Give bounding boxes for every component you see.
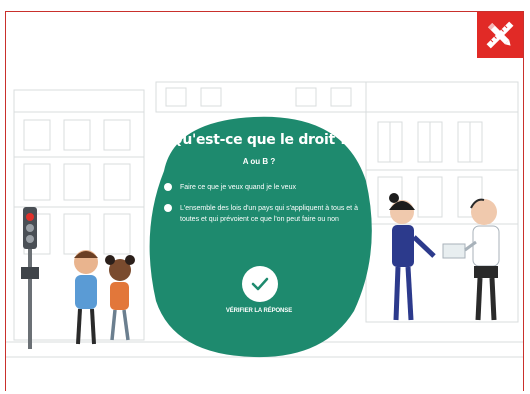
police-officer-figure — [389, 193, 436, 321]
traffic-light-icon — [21, 207, 39, 349]
answer-option-label: L'ensemble des lois d'un pays qui s'appl… — [180, 205, 358, 223]
check-icon — [251, 277, 269, 291]
answer-option-label: Faire ce que je veux quand je le veux — [180, 184, 296, 191]
verify-answer-label[interactable]: VÉRIFIER LA RÉPONSE — [154, 308, 364, 314]
answer-option-b[interactable]: L'ensemble des lois d'un pays qui s'appl… — [164, 203, 359, 225]
girl-figure — [105, 255, 135, 341]
verify-answer-button[interactable] — [242, 266, 278, 302]
man-figure — [442, 198, 500, 321]
quiz-card: Qu'est-ce que le droit ? A ou B ? Faire … — [154, 127, 364, 347]
quiz-title: Qu'est-ce que le droit ? — [170, 132, 348, 148]
radio-button[interactable] — [164, 204, 172, 212]
answer-option-a[interactable]: Faire ce que je veux quand je le veux — [164, 182, 364, 193]
logo-badge[interactable] — [477, 12, 523, 58]
radio-button[interactable] — [164, 183, 172, 191]
quiz-subtitle: A ou B ? — [242, 157, 276, 166]
pencil-ruler-cross-icon — [486, 21, 514, 49]
video-frame: Qu'est-ce que le droit ? A ou B ? Faire … — [5, 11, 524, 391]
boy-figure — [74, 250, 98, 345]
